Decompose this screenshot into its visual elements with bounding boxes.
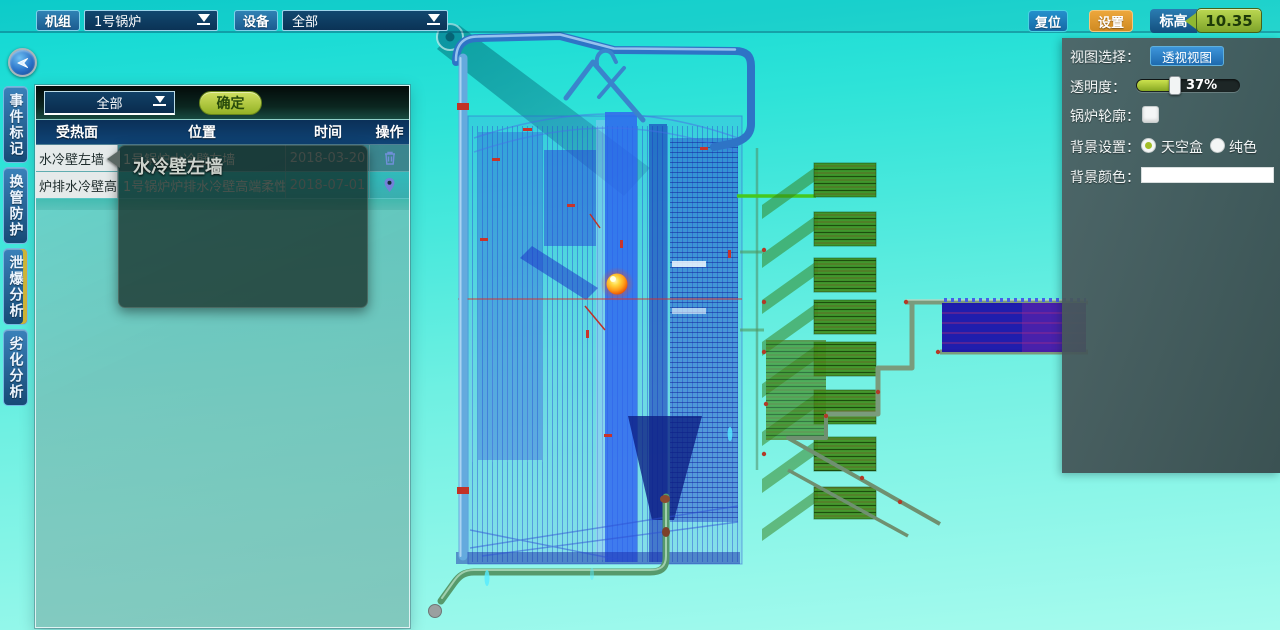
pipe-band-marker2 <box>457 487 469 494</box>
pipe-end-cap <box>429 605 442 618</box>
tooltip-pointer-icon <box>107 150 120 168</box>
event-marker-sphere[interactable] <box>600 267 634 301</box>
elevation-value-badge: 10.35 <box>1196 8 1262 33</box>
tab-degradation-analysis[interactable]: 劣化分析 <box>3 329 28 406</box>
col-header-surface: 受热面 <box>36 120 118 144</box>
skybox-radio-label: 天空盒 <box>1161 137 1203 157</box>
opacity-value: 37% <box>1186 78 1217 93</box>
cell-surface: 水冷壁左墙 <box>36 145 118 171</box>
boiler-outline-checkbox[interactable] <box>1142 106 1159 123</box>
event-panel-toolbar: 全部 确定 <box>36 86 409 120</box>
col-header-time: 时间 <box>286 120 370 144</box>
unit-label: 机组 <box>36 10 80 31</box>
chevron-down-icon <box>153 96 166 106</box>
surface-filter-select[interactable]: 全部 <box>44 91 175 115</box>
device-label: 设备 <box>234 10 278 31</box>
tooltip-text: 水冷壁左墙 <box>133 153 223 179</box>
background-mode-label: 背景设置： <box>1070 137 1140 157</box>
solid-color-radio-label: 纯色 <box>1229 137 1257 157</box>
opacity-label: 透明度： <box>1070 77 1126 97</box>
cell-surface: 炉排水冷壁高端柔性管 <box>36 172 118 198</box>
boiler-outline-label: 锅炉轮廓： <box>1070 106 1140 126</box>
opacity-slider[interactable]: 37% <box>1136 79 1240 92</box>
green-tube-bundles <box>762 163 876 541</box>
delete-icon[interactable] <box>370 145 409 171</box>
slider-fill <box>1137 80 1173 91</box>
chevron-down-icon <box>427 14 440 25</box>
table-header: 受热面 位置 时间 操作 <box>36 120 409 145</box>
chevron-down-icon <box>197 14 210 25</box>
confirm-button[interactable]: 确定 <box>199 91 262 115</box>
col-header-action: 操作 <box>370 120 409 144</box>
view-settings-panel: 视图选择： 透视视图 透明度： 37% 锅炉轮廓： 背景设置： 天空盒 纯色 背… <box>1062 38 1280 473</box>
boiler-wireframe <box>456 112 742 564</box>
top-toolbar: 机组 1号锅炉 设备 全部 复位 设置 标高 10.35 <box>0 0 1280 33</box>
event-list-panel: 全部 确定 受热面 位置 时间 操作 水冷壁左墙 1号锅炉水冷壁左墙 2018-… <box>35 85 410 628</box>
background-color-label: 背景颜色： <box>1070 167 1140 187</box>
unit-select-value: 1号锅炉 <box>94 11 141 30</box>
sidebar-tabs: 事件标记 换管防护 泄爆分析 劣化分析 <box>3 86 29 410</box>
device-select-value: 全部 <box>292 11 318 30</box>
tab-explosion-analysis[interactable]: 泄爆分析 <box>3 248 28 325</box>
back-arrow-icon <box>14 54 32 72</box>
pipe-band-marker <box>457 103 469 110</box>
device-select[interactable]: 全部 <box>282 10 448 31</box>
reset-button[interactable]: 复位 <box>1028 10 1068 32</box>
locate-pin-icon[interactable] <box>370 172 409 198</box>
bg-color-swatch[interactable] <box>1141 167 1274 183</box>
settings-button[interactable]: 设置 <box>1089 10 1133 32</box>
surface-tooltip: 水冷壁左墙 <box>118 145 368 308</box>
unit-select[interactable]: 1号锅炉 <box>84 10 218 31</box>
skybox-radio[interactable] <box>1141 138 1156 153</box>
back-button[interactable] <box>8 48 37 77</box>
tab-pipe-protection[interactable]: 换管防护 <box>3 167 28 244</box>
view-select-label: 视图选择： <box>1070 47 1140 67</box>
elevation-arrow-icon <box>1185 13 1196 29</box>
col-header-location: 位置 <box>118 120 286 144</box>
surface-filter-value: 全部 <box>96 93 122 112</box>
tab-event-mark[interactable]: 事件标记 <box>3 86 28 163</box>
solid-color-radio[interactable] <box>1210 138 1225 153</box>
perspective-view-button[interactable]: 透视视图 <box>1150 46 1224 66</box>
slider-handle[interactable] <box>1169 76 1181 95</box>
